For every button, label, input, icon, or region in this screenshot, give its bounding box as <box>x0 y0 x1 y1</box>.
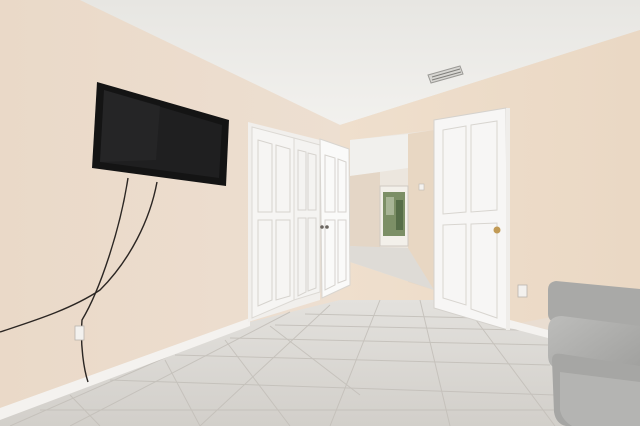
sofa <box>548 281 640 426</box>
closet-knob <box>320 225 324 229</box>
wall-outlet <box>74 325 85 341</box>
wall-outlet-right <box>517 284 528 298</box>
door-frame-right <box>506 108 510 330</box>
hallway-left-wall <box>350 172 380 248</box>
thermostat <box>418 183 425 191</box>
bedroom-photo <box>0 0 640 426</box>
closet-knob-2 <box>325 225 329 229</box>
door-knob <box>493 226 501 234</box>
